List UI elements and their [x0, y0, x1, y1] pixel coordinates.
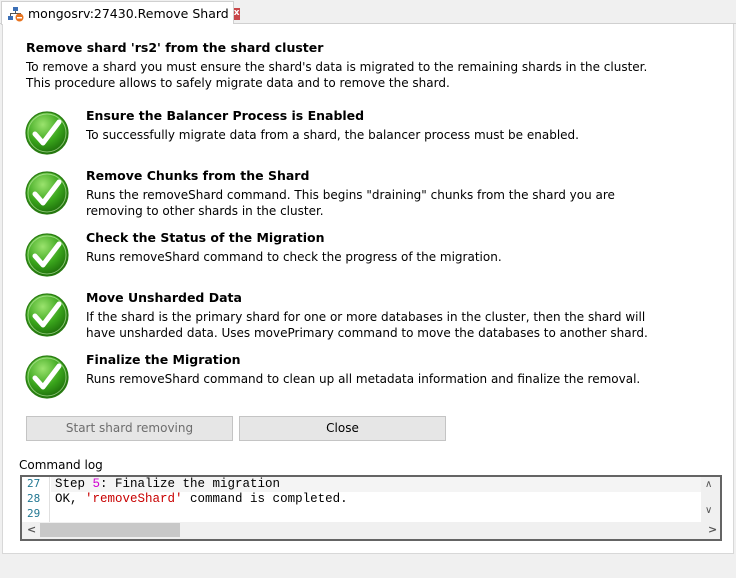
command-log-label: Command log: [19, 458, 103, 472]
check-circle-icon: [25, 293, 69, 337]
step-title: Check the Status of the Migration: [86, 230, 325, 245]
scroll-up-icon[interactable]: ∧: [705, 479, 712, 490]
close-button[interactable]: Close: [239, 416, 446, 441]
step-title: Finalize the Migration: [86, 352, 241, 367]
sharding-icon: [8, 6, 24, 22]
check-circle-icon: [25, 233, 69, 277]
log-line: Step 5: Finalize the migration: [55, 477, 280, 491]
step-title: Move Unsharded Data: [86, 290, 242, 305]
step-description: Runs the removeShard command. This begin…: [86, 188, 615, 218]
line-number: 28: [27, 492, 41, 505]
log-string: 'removeShard': [85, 492, 183, 506]
step-item: Move Unsharded Data If the shard is the …: [24, 290, 684, 342]
line-number: 27: [27, 477, 41, 490]
log-number: 5: [92, 477, 101, 491]
tab-remove-shard[interactable]: mongosrv:27430.Remove Shard x: [1, 1, 240, 25]
start-shard-removing-button[interactable]: Start shard removing: [26, 416, 233, 441]
log-text: Step: [55, 477, 93, 491]
remove-shard-panel: Remove shard 'rs2' from the shard cluste…: [2, 24, 734, 554]
horizontal-scroll-thumb[interactable]: [40, 523, 180, 537]
page-description: To remove a shard you must ensure the sh…: [26, 60, 648, 90]
scroll-right-icon[interactable]: >: [708, 523, 717, 536]
scroll-left-icon[interactable]: <: [27, 523, 36, 536]
line-number: 29: [27, 507, 41, 520]
log-text: command is completed.: [182, 492, 348, 506]
close-tab-icon[interactable]: x: [233, 7, 240, 20]
page-title: Remove shard 'rs2' from the shard cluste…: [26, 40, 324, 55]
step-description: If the shard is the primary shard for on…: [86, 310, 648, 340]
step-item: Ensure the Balancer Process is Enabled T…: [24, 108, 684, 160]
check-circle-icon: [25, 355, 69, 399]
step-title: Remove Chunks from the Shard: [86, 168, 310, 183]
line-number-gutter: 27 28 29: [22, 477, 50, 523]
horizontal-scrollbar[interactable]: < >: [22, 522, 720, 539]
vertical-scrollbar[interactable]: ∧ ∨: [701, 477, 720, 523]
step-description: Runs removeShard command to check the pr…: [86, 250, 502, 264]
scroll-down-icon[interactable]: ∨: [705, 505, 712, 516]
tab-title: mongosrv:27430.Remove Shard: [28, 6, 229, 21]
check-circle-icon: [25, 111, 69, 155]
step-item: Remove Chunks from the Shard Runs the re…: [24, 168, 684, 220]
tab-bar: mongosrv:27430.Remove Shard x: [0, 0, 736, 25]
step-item: Check the Status of the Migration Runs r…: [24, 230, 684, 282]
log-line: OK, 'removeShard' command is completed.: [55, 492, 348, 506]
command-log-editor[interactable]: 27 28 29 Step 5: Finalize the migration …: [20, 475, 722, 541]
log-text: OK,: [55, 492, 86, 506]
check-circle-icon: [25, 171, 69, 215]
log-text: : Finalize the migration: [100, 477, 281, 491]
step-description: Runs removeShard command to clean up all…: [86, 372, 641, 386]
step-item: Finalize the Migration Runs removeShard …: [24, 352, 684, 404]
step-title: Ensure the Balancer Process is Enabled: [86, 108, 365, 123]
step-description: To successfully migrate data from a shar…: [86, 128, 579, 142]
